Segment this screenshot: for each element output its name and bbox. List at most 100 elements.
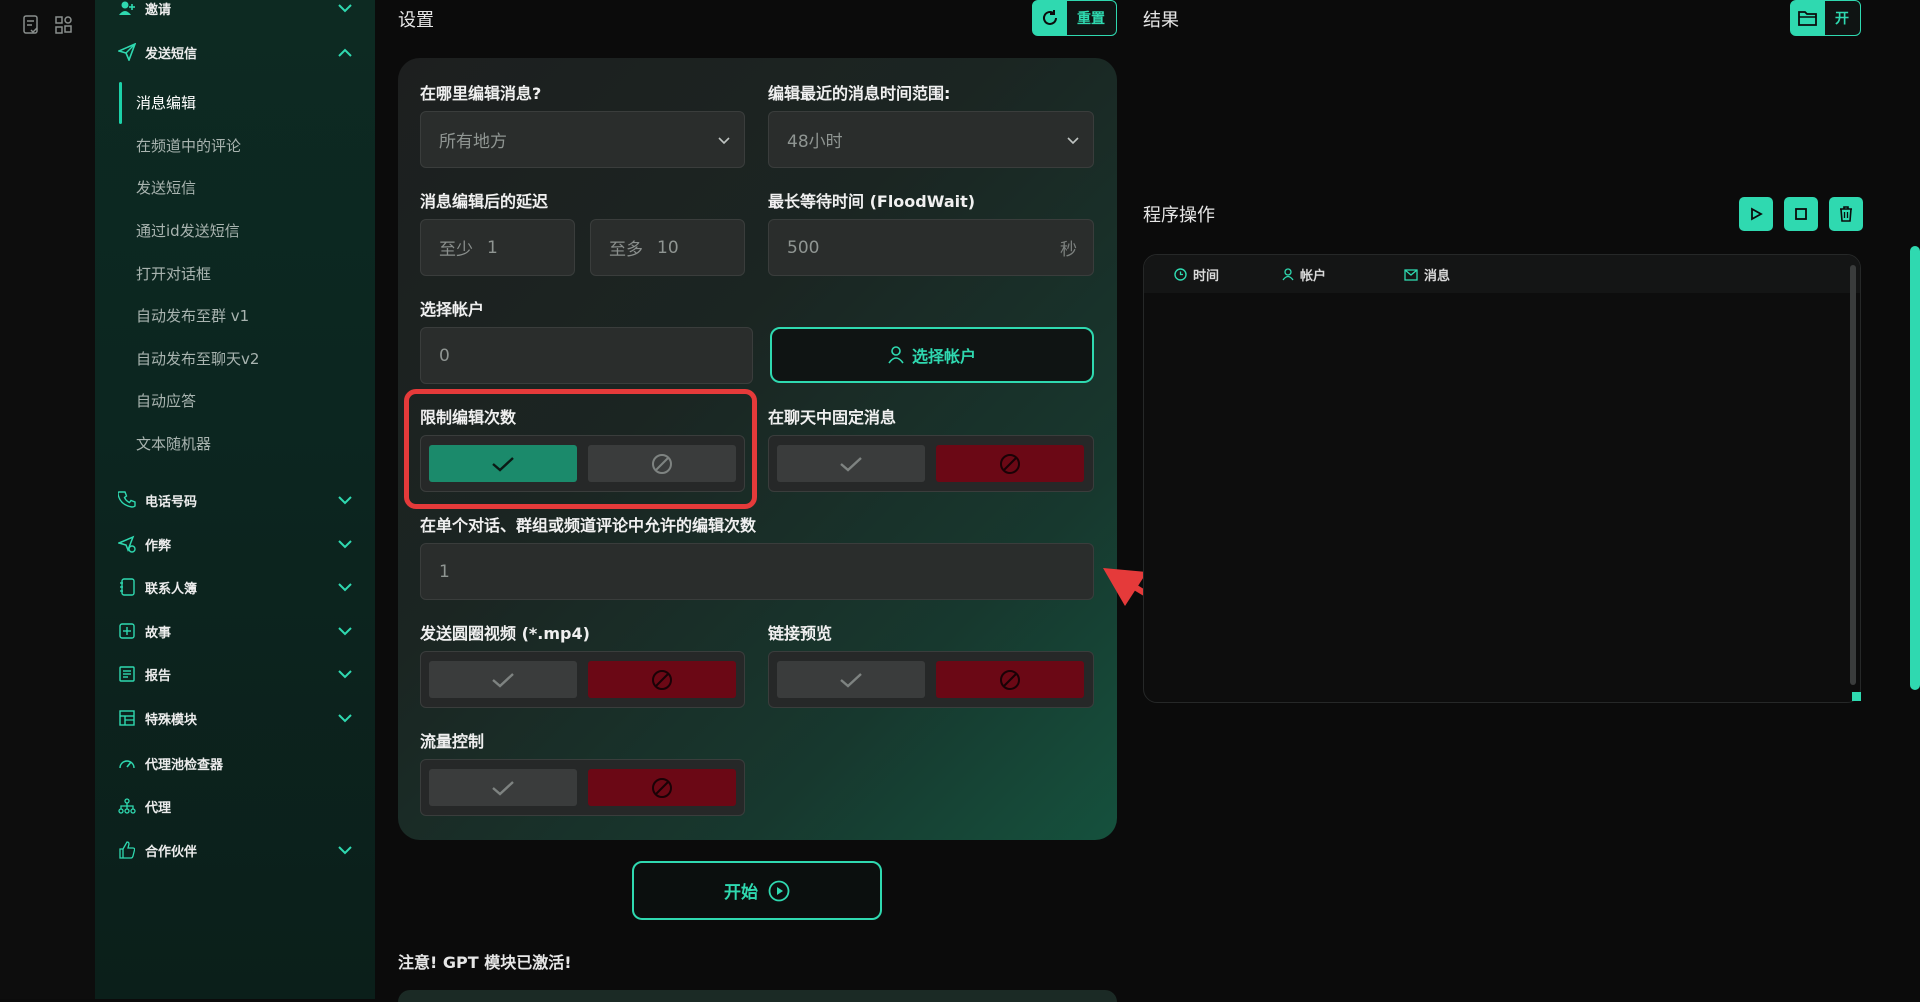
check-icon	[491, 780, 515, 796]
sidebar-item-autopost-v1[interactable]: 自动发布至群 v1	[136, 304, 249, 328]
sidebar-group-invite[interactable]: 邀请	[117, 0, 353, 22]
sidebar-group-contacts[interactable]: 联系人簿	[117, 573, 353, 601]
start-button[interactable]: 开始	[632, 861, 882, 920]
ban-icon	[999, 669, 1021, 691]
log-header: 时间 帐户 消息	[1144, 255, 1860, 293]
flow-control-no[interactable]	[588, 769, 736, 806]
sidebar-item-send-by-id[interactable]: 通过id发送短信	[136, 219, 240, 243]
sidebar-group-phone[interactable]: 电话号码	[117, 486, 353, 514]
account-input[interactable]: 0	[420, 327, 753, 384]
flow-control-label: 流量控制	[420, 732, 485, 751]
sidebar-group-reports[interactable]: 报告	[117, 660, 353, 688]
range-label: 编辑最近的消息时间范围:	[768, 84, 951, 103]
log-col-account[interactable]: 帐户	[1282, 265, 1326, 284]
check-icon	[491, 672, 515, 688]
sidebar-group-label: 代理池检查器	[145, 757, 224, 773]
pin-no[interactable]	[936, 445, 1084, 482]
select-account-button[interactable]: 选择帐户	[770, 327, 1094, 383]
log-col-time[interactable]: 时间	[1174, 265, 1219, 284]
table-icon	[117, 708, 137, 728]
sidebar-group-stories[interactable]: 故事	[117, 617, 353, 645]
flow-control-yes[interactable]	[429, 769, 577, 806]
plus-square-icon	[117, 621, 137, 641]
account-label: 选择帐户	[420, 300, 485, 319]
play-icon	[1749, 207, 1763, 221]
round-video-no[interactable]	[588, 661, 736, 698]
sidebar-group-special-modules[interactable]: 特殊模块	[117, 704, 353, 732]
log-panel: 时间 帐户 消息	[1143, 254, 1861, 703]
sidebar-group-label: 联系人簿	[145, 581, 198, 597]
log-col-message[interactable]: 消息	[1404, 265, 1450, 284]
chevron-down-icon	[337, 536, 353, 552]
sidebar-item-open-dialog[interactable]: 打开对话框	[136, 262, 211, 286]
play-button[interactable]	[1739, 197, 1773, 231]
sidebar-item-channel-comments[interactable]: 在频道中的评论	[136, 134, 241, 158]
floodwait-input[interactable]: 500 秒	[768, 219, 1094, 276]
notes-icon[interactable]	[20, 14, 42, 36]
sidebar-group-label: 作弊	[145, 538, 172, 554]
chevron-down-icon	[337, 623, 353, 639]
floodwait-label: 最长等待时间 (FloodWait)	[768, 192, 976, 211]
chevron-down-icon	[337, 842, 353, 858]
user-icon	[888, 346, 904, 364]
play-circle-icon	[768, 880, 790, 902]
sidebar-group-cheat[interactable]: 作弊	[117, 530, 353, 558]
link-preview-yes[interactable]	[777, 661, 925, 698]
where-select[interactable]: 所有地方	[420, 111, 745, 168]
sidebar-group-label: 合作伙伴	[145, 844, 198, 860]
where-select-value: 所有地方	[439, 132, 507, 152]
delete-button[interactable]	[1829, 197, 1863, 231]
reset-button[interactable]: 重置	[1032, 0, 1117, 36]
active-indicator	[119, 82, 122, 124]
delay-max-input[interactable]: 至多 10	[590, 219, 745, 276]
user-plus-icon	[117, 0, 137, 18]
reset-label: 重置	[1077, 11, 1105, 27]
floodwait-value: 500	[787, 237, 820, 258]
pin-yes[interactable]	[777, 445, 925, 482]
thumbs-up-icon	[117, 840, 137, 860]
sidebar-item-send-sms[interactable]: 发送短信	[136, 176, 196, 200]
check-icon	[839, 672, 863, 688]
select-account-label: 选择帐户	[911, 347, 976, 366]
ban-icon	[651, 669, 673, 691]
layout-icon[interactable]	[53, 14, 75, 36]
highlight-box	[404, 389, 757, 509]
account-value: 0	[439, 345, 450, 366]
flow-control-toggle	[420, 759, 745, 816]
report-icon	[117, 664, 137, 684]
sidebar-item-message-edit[interactable]: 消息编辑	[136, 91, 196, 115]
delay-min-input[interactable]: 至少 1	[420, 219, 575, 276]
open-folder-button[interactable]: 开	[1790, 0, 1861, 36]
stop-button[interactable]	[1784, 197, 1818, 231]
sidebar-group-label: 故事	[145, 625, 172, 641]
round-video-label: 发送圆圈视频 (*.mp4)	[420, 624, 590, 643]
sidebar-item-autoreply[interactable]: 自动应答	[136, 389, 196, 413]
refresh-icon	[1033, 1, 1067, 35]
log-scrollbar[interactable]	[1850, 265, 1856, 685]
resize-handle[interactable]	[1852, 692, 1861, 701]
page-scrollbar[interactable]	[1910, 246, 1920, 690]
sidebar-group-proxy-checker[interactable]: 代理池检查器	[117, 749, 353, 777]
delay-max-prefix: 至多	[609, 240, 643, 260]
round-video-toggle	[420, 651, 745, 708]
where-label: 在哪里编辑消息?	[420, 84, 542, 103]
chevron-down-icon	[337, 666, 353, 682]
chevron-down-icon	[337, 0, 353, 16]
link-preview-no[interactable]	[936, 661, 1084, 698]
clock-icon	[1174, 268, 1187, 281]
round-video-yes[interactable]	[429, 661, 577, 698]
chevron-down-icon	[718, 130, 730, 150]
sidebar-item-autopost-v2[interactable]: 自动发布至聊天v2	[136, 347, 259, 371]
gauge-icon	[117, 753, 137, 773]
chevron-down-icon	[1067, 130, 1079, 150]
sidebar-group-send-sms[interactable]: 发送短信	[117, 38, 353, 66]
sidebar-group-proxy[interactable]: 代理	[117, 792, 353, 820]
sidebar-item-text-randomizer[interactable]: 文本随机器	[136, 432, 211, 456]
delay-max-value: 10	[657, 237, 679, 258]
allowed-edits-input[interactable]: 1	[420, 543, 1094, 600]
phone-icon	[117, 490, 137, 510]
sidebar-group-partners[interactable]: 合作伙伴	[117, 836, 353, 864]
chevron-up-icon	[337, 44, 353, 60]
send-gear-icon	[117, 534, 137, 554]
range-select[interactable]: 48小时	[768, 111, 1094, 168]
